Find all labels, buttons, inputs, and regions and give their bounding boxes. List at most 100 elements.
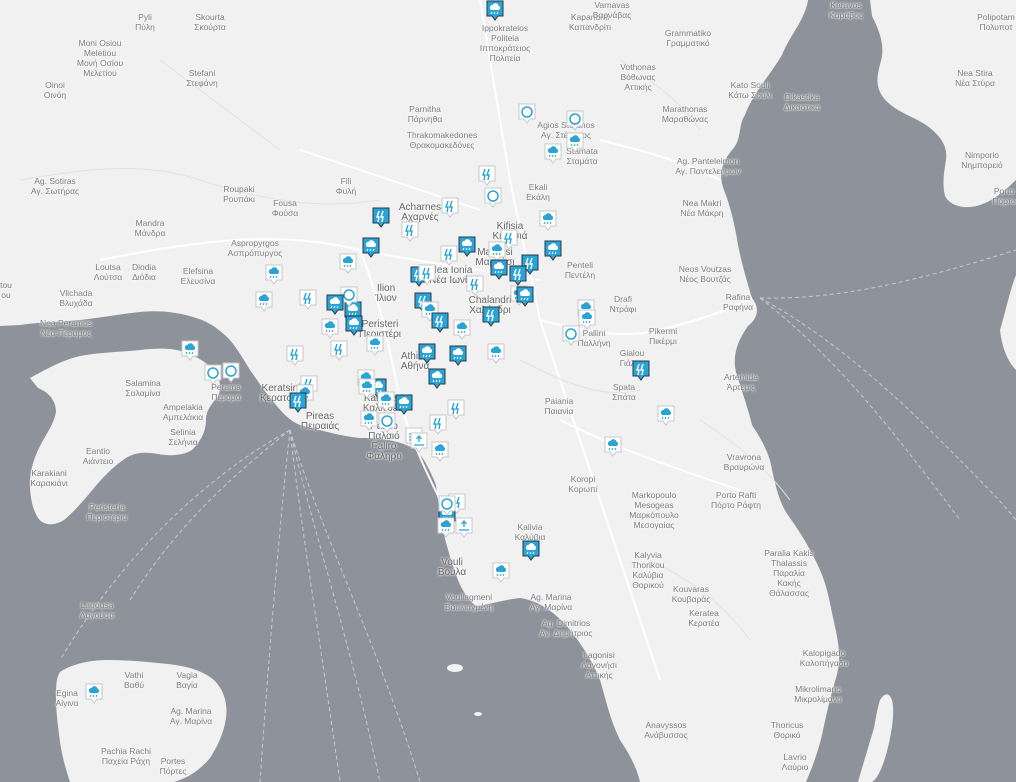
rain-marker-icon[interactable] (522, 540, 540, 561)
place-label-peristeria: Peristeria Περιστέρια (87, 502, 128, 522)
place-label-line: Πύλη (135, 22, 155, 32)
place-label-loutsa: Loutsa Λούτσα (94, 262, 122, 282)
storm-marker-icon[interactable] (478, 165, 496, 186)
storm-marker-icon[interactable] (509, 265, 527, 286)
place-label-neaperamos: Nea Peramos Νέα Πέραμος (40, 318, 92, 338)
place-label-ampelakia: Ampelakia Αμπελάκια (163, 402, 203, 422)
circle-marker-icon[interactable] (566, 110, 584, 131)
rain-marker-icon[interactable] (418, 343, 436, 364)
place-label-vravrona: Vravrona Βραυρώνα (724, 452, 765, 472)
rain-marker-icon[interactable] (326, 294, 344, 315)
rain-marker-icon[interactable] (492, 562, 510, 583)
rain-marker-icon[interactable] (431, 441, 449, 462)
rain-marker-icon[interactable] (181, 340, 199, 361)
rain-marker-icon[interactable] (486, 0, 504, 21)
place-label-dikastika: Dikastika Δικαστικα (784, 92, 820, 112)
rain-marker-icon[interactable] (487, 343, 505, 364)
rain-marker-icon[interactable] (437, 517, 455, 538)
rain-marker-icon[interactable] (362, 237, 380, 258)
place-label-neastira: Nea Stira Νέα Στύρα (955, 68, 995, 88)
rain-marker-icon[interactable] (85, 683, 103, 704)
rain-marker-icon[interactable] (377, 391, 395, 412)
rain-marker-icon[interactable] (360, 410, 378, 431)
place-label-line: Ελευσίνα (180, 276, 216, 286)
place-label-line: Thalassis (771, 558, 807, 568)
place-label-line: Karakiani (31, 468, 67, 478)
place-label-line: Αιάντειο (82, 456, 114, 466)
rain-marker-icon[interactable] (578, 309, 596, 330)
place-label-vathi: Vathi Βαθύ (124, 670, 144, 690)
place-label-line: Πόρτο Ράφτη (711, 500, 761, 510)
rain-marker-icon[interactable] (428, 368, 446, 389)
place-label-line: Θορικού (632, 580, 664, 590)
rain-marker-icon[interactable] (604, 436, 622, 457)
place-label-pireas: Pireas Πειραιάς (301, 412, 339, 432)
place-label-line: Lavrio (783, 752, 807, 762)
place-label-line: Pyli (138, 12, 152, 22)
circle-marker-icon[interactable] (518, 103, 536, 124)
circle-marker-icon[interactable] (484, 187, 502, 208)
storm-marker-icon[interactable] (632, 360, 650, 381)
place-label-agsotiras: Ag. Sotiras Αγ. Σωτήρας (31, 176, 79, 196)
rain-marker-icon[interactable] (345, 315, 363, 336)
rain-marker-icon[interactable] (358, 378, 376, 399)
storm-marker-icon[interactable] (299, 289, 317, 310)
rain-marker-icon[interactable] (255, 291, 273, 312)
place-label-porto: Porto Πόρτο (992, 186, 1016, 206)
place-label-line: Αμπελάκια (162, 412, 204, 422)
rain-marker-icon[interactable] (453, 319, 471, 340)
rain-marker-icon[interactable] (366, 335, 384, 356)
rain-marker-icon[interactable] (544, 240, 562, 261)
rain-marker-icon[interactable] (490, 259, 508, 280)
map-view[interactable]: Pyli Πύλη Skourta Σκούρτα Ippokrateios Polite… (0, 0, 1016, 782)
storm-marker-icon[interactable] (372, 207, 390, 228)
place-label-mandra: Mandra Μάνδρα (135, 218, 166, 238)
storm-marker-icon[interactable] (401, 221, 419, 242)
rain-marker-icon[interactable] (265, 264, 283, 285)
place-label-portes: Portes Πόρτες (160, 756, 187, 776)
storm-marker-icon[interactable] (289, 392, 307, 413)
level-marker-icon[interactable] (410, 432, 428, 453)
place-label-ippokrateios: Ippokrateios Politeia Ιπποκράτειος Πολιτεία (480, 23, 531, 63)
place-label-line: Vothonas (620, 62, 656, 72)
circle-marker-icon[interactable] (204, 364, 222, 385)
rain-marker-icon[interactable] (395, 394, 413, 415)
place-label-neamakri: Nea Makri Νέα Μάκρη (680, 198, 723, 218)
place-label-nimporio: Nimporio Νημπορειό (961, 150, 1002, 170)
storm-marker-icon[interactable] (429, 414, 447, 435)
place-label-line: Ag. Sotiras (34, 176, 76, 186)
circle-marker-icon[interactable] (438, 495, 456, 516)
place-label-line: Ίλιον (375, 293, 397, 304)
storm-marker-icon[interactable] (466, 275, 484, 296)
storm-marker-icon[interactable] (286, 345, 304, 366)
place-label-line: Keratea (689, 608, 719, 618)
storm-marker-icon[interactable] (431, 312, 449, 333)
storm-marker-icon[interactable] (330, 340, 348, 361)
rain-marker-icon[interactable] (566, 132, 584, 153)
rain-marker-icon[interactable] (339, 253, 357, 274)
place-label-line: Diodia (131, 262, 157, 272)
place-label-line: Egina (56, 688, 78, 698)
rain-marker-icon[interactable] (321, 318, 339, 339)
rain-marker-icon[interactable] (539, 210, 557, 231)
place-label-line: Spata (612, 382, 636, 392)
rain-marker-icon[interactable] (516, 286, 534, 307)
place-label-line: Ντράφι (609, 304, 637, 314)
storm-marker-icon[interactable] (418, 264, 436, 285)
rain-marker-icon[interactable] (657, 405, 675, 426)
place-label-lagonisi: Lagonisi Λαγονήσι Αττικής (581, 650, 617, 680)
rain-marker-icon[interactable] (458, 236, 476, 257)
storm-marker-icon[interactable] (440, 245, 458, 266)
rain-marker-icon[interactable] (449, 345, 467, 366)
place-label-line: ου (1, 290, 11, 300)
circle-marker-icon[interactable] (378, 412, 396, 433)
storm-marker-icon[interactable] (482, 306, 500, 327)
place-label-line: Nea Makri (682, 198, 722, 208)
storm-marker-icon[interactable] (447, 399, 465, 420)
place-label-line: Paralia Kakis (764, 548, 814, 558)
rain-marker-icon[interactable] (544, 143, 562, 164)
level-marker-icon[interactable] (455, 517, 473, 538)
circle-marker-icon[interactable] (222, 362, 240, 383)
place-label-line: Πέραμα (211, 392, 241, 402)
storm-marker-icon[interactable] (441, 197, 459, 218)
